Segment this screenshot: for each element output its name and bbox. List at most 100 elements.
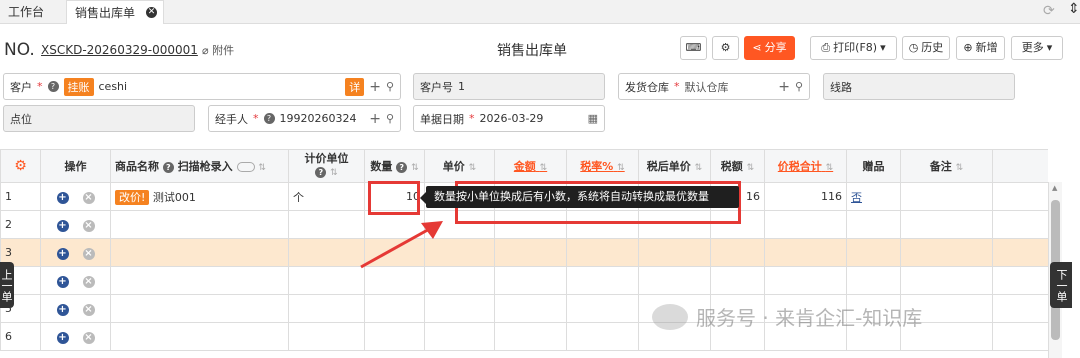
sort-icon[interactable]: ⇅ [469, 163, 477, 173]
search-icon[interactable]: ⚲ [386, 80, 394, 93]
table-row-selected[interactable]: 3 + × [0, 238, 1048, 267]
handler-field[interactable]: 经手人 * ? 19920260324 + ⚲ [208, 105, 401, 132]
delete-row-icon[interactable]: × [82, 275, 95, 288]
amount-cell[interactable] [494, 294, 567, 323]
add-icon[interactable]: + [369, 111, 381, 127]
total-cell[interactable] [764, 210, 847, 239]
col-amount[interactable]: 金额 ⇅ [494, 149, 567, 183]
sort-icon[interactable]: ⇅ [617, 163, 625, 173]
product-cell[interactable]: 改价! 测试001 [110, 182, 289, 211]
prev-doc-button[interactable]: 上一单 [0, 262, 14, 308]
product-cell[interactable] [110, 322, 289, 351]
column-settings[interactable]: ⚙ [0, 149, 41, 183]
gift-cell[interactable]: 否 [846, 182, 901, 211]
remark-cell[interactable] [900, 210, 993, 239]
taxrate-cell[interactable] [566, 322, 639, 351]
help-icon[interactable]: ? [263, 113, 275, 124]
product-cell[interactable] [110, 210, 289, 239]
calendar-icon[interactable]: ▦ [588, 112, 598, 125]
route-field[interactable]: 线路 [823, 73, 1015, 100]
tax-cell[interactable] [710, 238, 765, 267]
settings-button[interactable]: ⚙ [712, 36, 739, 60]
taxrate-cell[interactable] [566, 266, 639, 295]
col-tax[interactable]: 税额 ⇅ [710, 149, 765, 183]
sort-icon[interactable]: ⇅ [956, 163, 964, 173]
new-button[interactable]: ⊕ 新增 [956, 36, 1005, 60]
delete-row-icon[interactable]: × [82, 331, 95, 344]
close-tab-icon[interactable]: ✕ [146, 7, 157, 18]
add-row-icon[interactable]: + [56, 275, 69, 288]
col-qty[interactable]: 数量 ? ⇅ [364, 149, 425, 183]
delete-row-icon[interactable]: × [82, 219, 95, 232]
amount-cell[interactable] [494, 238, 567, 267]
add-row-icon[interactable]: + [56, 191, 69, 204]
remark-cell[interactable] [900, 238, 993, 267]
col-name[interactable]: 商品名称 ? 扫描枪录入 ⇅ [110, 149, 289, 183]
scroll-up-icon[interactable]: ▲ [1052, 184, 1057, 192]
doc-number[interactable]: XSCKD-20260329-000001 [41, 43, 198, 57]
more-button[interactable]: 更多 ▾ [1011, 36, 1063, 60]
unit-cell[interactable] [288, 294, 365, 323]
taxrate-cell[interactable] [566, 294, 639, 323]
table-row[interactable]: 4 + × [0, 266, 1048, 295]
col-taxrate[interactable]: 税率% ⇅ [566, 149, 639, 183]
sort-icon[interactable]: ⇅ [695, 163, 703, 173]
next-doc-button[interactable]: 下一单 [1050, 262, 1072, 308]
date-field[interactable]: 单据日期 * 2026-03-29 ▦ [413, 105, 605, 132]
aftertax-cell[interactable] [638, 266, 711, 295]
share-button[interactable]: ⋖ 分享 [744, 36, 795, 60]
unit-cell[interactable]: 个 [288, 182, 365, 211]
total-cell[interactable]: 116 [764, 182, 847, 211]
col-remark[interactable]: 备注 ⇅ [900, 149, 993, 183]
add-row-icon[interactable]: + [56, 303, 69, 316]
help-icon[interactable]: ? [47, 81, 59, 92]
product-cell[interactable] [110, 266, 289, 295]
unit-cell[interactable] [288, 266, 365, 295]
sort-icon[interactable]: ⇅ [330, 168, 338, 178]
taxrate-cell[interactable] [566, 238, 639, 267]
help-icon[interactable]: ? [396, 162, 408, 173]
refresh-icon[interactable]: ⟳ [1043, 3, 1055, 19]
customer-field[interactable]: 客户 * ? 挂账 ceshi 详 + ⚲ [3, 73, 401, 100]
total-cell[interactable] [764, 266, 847, 295]
unit-cell[interactable] [288, 322, 365, 351]
keyboard-button[interactable]: ⌨ [680, 36, 707, 60]
tab-sales-outbound[interactable]: 销售出库单 ✕ [66, 0, 164, 24]
total-cell[interactable] [764, 238, 847, 267]
delete-row-icon[interactable]: × [82, 303, 95, 316]
search-icon[interactable]: ⚲ [386, 112, 394, 125]
print-button[interactable]: ⎙ 打印(F8) ▾ [810, 36, 897, 60]
amount-cell[interactable] [494, 322, 567, 351]
warehouse-field[interactable]: 发货仓库 * 默认仓库 + ⚲ [618, 73, 810, 100]
help-icon[interactable]: ? [315, 167, 327, 178]
sort-icon[interactable]: ⇅ [826, 163, 834, 173]
sort-icon[interactable]: ⇅ [258, 163, 266, 173]
unit-cell[interactable] [288, 238, 365, 267]
tax-cell[interactable] [710, 266, 765, 295]
col-aftertax[interactable]: 税后单价 ⇅ [638, 149, 711, 183]
attachment-button[interactable]: ⌀ 附件 [202, 42, 234, 58]
add-row-icon[interactable]: + [56, 331, 69, 344]
unit-cell[interactable] [288, 210, 365, 239]
col-total[interactable]: 价税合计 ⇅ [764, 149, 847, 183]
col-unit[interactable]: 计价单位? ⇅ [288, 149, 365, 183]
detail-tag[interactable]: 详 [345, 77, 365, 96]
qty-cell[interactable] [364, 294, 425, 323]
add-icon[interactable]: + [369, 79, 381, 95]
scan-toggle[interactable] [236, 162, 255, 172]
gift-cell[interactable] [846, 266, 901, 295]
add-row-icon[interactable]: + [56, 219, 69, 232]
sort-icon[interactable]: ⇅ [747, 163, 755, 173]
price-change-tag[interactable]: 改价! [115, 189, 150, 205]
remark-cell[interactable] [900, 182, 993, 211]
sort-icon[interactable]: ⇅ [540, 163, 548, 173]
col-price[interactable]: 单价 ⇅ [424, 149, 495, 183]
gift-cell[interactable] [846, 210, 901, 239]
price-cell[interactable] [424, 322, 495, 351]
aftertax-cell[interactable] [638, 238, 711, 267]
sort-icon[interactable]: ⇅ [411, 163, 419, 173]
delete-row-icon[interactable]: × [82, 247, 95, 260]
product-cell[interactable] [110, 238, 289, 267]
add-icon[interactable]: + [778, 79, 790, 95]
expand-icon[interactable]: ⇕ [1068, 1, 1080, 17]
